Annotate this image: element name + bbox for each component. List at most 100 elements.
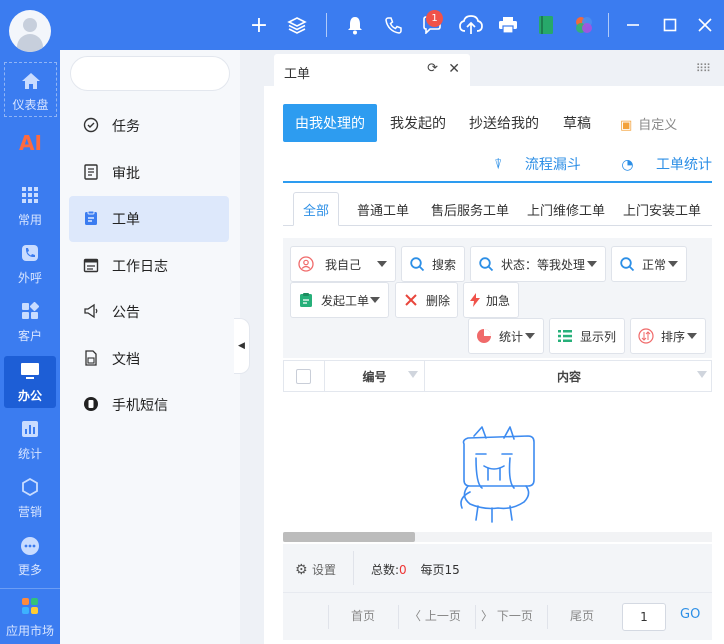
rail-item-ai[interactable]: AI <box>0 126 60 166</box>
create-work-order-button[interactable]: 发起工单 <box>290 282 389 318</box>
maximize-icon[interactable] <box>659 14 681 36</box>
column-header-content[interactable]: 内容 <box>424 361 713 391</box>
chevron-right-icon: 〉 <box>481 609 497 623</box>
divider <box>547 605 548 629</box>
sidebar-collapse-toggle[interactable]: ◀ <box>234 318 250 374</box>
rail-item-statistics[interactable]: 统计 <box>0 412 60 468</box>
sidebar-item-document[interactable]: 文档 <box>69 336 229 382</box>
normal-filter-select[interactable]: 正常 <box>611 246 687 282</box>
divider <box>398 605 399 629</box>
chevron-down-icon <box>525 333 535 339</box>
page-nav-row: 首页 〈 上一页 〉 下一页 尾页 1 GO <box>283 592 712 640</box>
sidebar-item-announcement[interactable]: 公告 <box>69 289 229 335</box>
prev-label: 上一页 <box>424 609 461 623</box>
divider <box>475 605 476 629</box>
owner-filter-select[interactable]: 我自己 <box>290 246 396 282</box>
statistics-select[interactable]: 统计 <box>468 318 544 354</box>
status-filter-select[interactable]: 状态：等我处理 <box>470 246 606 282</box>
bell-icon[interactable] <box>344 14 366 36</box>
filter-icon[interactable] <box>408 371 418 378</box>
status-filter-label: 状态：等我处理 <box>501 257 586 272</box>
refresh-icon[interactable]: ⟳ <box>427 61 438 76</box>
subtab-general[interactable]: 普通工单 <box>345 192 421 226</box>
subtab-onsite-repair[interactable]: 上门维修工单 <box>515 192 617 226</box>
work-order-stats-link[interactable]: ◔ 工单统计 <box>603 157 712 173</box>
more-grid-icon[interactable]: ⠿⠿ <box>696 62 711 75</box>
page-number-input[interactable]: 1 <box>622 603 666 631</box>
horizontal-scrollbar[interactable] <box>283 532 712 542</box>
left-rail: 仪表盘 AI 常用 外呼 客户 办公 统计 营销 更多 应用市场 <box>0 0 60 644</box>
sidebar-item-sms[interactable]: 手机短信 <box>69 382 229 428</box>
sidebar-item-work-order[interactable]: 工单 <box>69 196 229 242</box>
urgent-button[interactable]: 加急 <box>463 282 519 318</box>
segment-cc-to-me[interactable]: 抄送给我的 <box>460 104 548 142</box>
last-page-button[interactable]: 尾页 <box>570 607 594 624</box>
subtab-all[interactable]: 全部 <box>293 192 339 226</box>
rail-item-marketing[interactable]: 营销 <box>0 470 60 526</box>
column-label: 编号 <box>362 369 387 384</box>
rail-label: 仪表盘 <box>12 98 49 112</box>
display-columns-button[interactable]: 显示列 <box>549 318 625 354</box>
custom-view-button[interactable]: ▣ 自定义 <box>620 114 677 133</box>
next-page-button[interactable]: 〉 下一页 <box>481 607 533 624</box>
rail-label: 营销 <box>17 505 42 519</box>
rail-label: 更多 <box>17 563 42 577</box>
rail-item-outbound-call[interactable]: 外呼 <box>0 236 60 292</box>
sidebar-item-work-log[interactable]: 工作日志 <box>69 243 229 289</box>
scrollbar-thumb[interactable] <box>283 532 415 542</box>
monitor-icon <box>19 362 41 384</box>
sort-label: 排序 <box>661 329 686 344</box>
rail-item-office[interactable]: 办公 <box>4 356 56 408</box>
subtab-after-sales[interactable]: 售后服务工单 <box>419 192 521 226</box>
filter-icon[interactable] <box>697 371 707 378</box>
next-label: 下一页 <box>496 609 533 623</box>
search-button[interactable]: 搜索 <box>401 246 465 282</box>
segment-drafts[interactable]: 草稿 <box>554 104 600 142</box>
phone-icon[interactable] <box>383 14 405 36</box>
close-icon[interactable] <box>694 14 716 36</box>
settings-button[interactable]: ⚙ 设置 <box>295 561 336 578</box>
book-icon[interactable] <box>535 14 557 36</box>
sidebar-item-approval[interactable]: 审批 <box>69 150 229 196</box>
home-icon <box>20 71 42 93</box>
tab-work-order[interactable]: 工单 ⟳ ✕ <box>274 54 470 86</box>
user-circle-icon <box>297 255 315 273</box>
rail-item-app-market[interactable]: 应用市场 <box>0 588 60 644</box>
sidebar-item-label: 公告 <box>112 305 140 321</box>
clipboard-add-icon <box>297 291 315 309</box>
sidebar-item-task[interactable]: 任务 <box>69 103 229 149</box>
avatar[interactable] <box>9 10 51 52</box>
minimize-icon[interactable] <box>622 14 644 36</box>
go-button[interactable]: GO <box>680 607 700 622</box>
colorful-app-icon[interactable] <box>573 14 595 36</box>
segment-initiated-by-me[interactable]: 我发起的 <box>381 104 455 142</box>
process-funnel-link[interactable]: ⍒ 流程漏斗 <box>476 157 581 173</box>
sort-select[interactable]: 排序 <box>630 318 706 354</box>
pie-chart-icon <box>475 327 493 345</box>
topbar-divider <box>326 13 327 37</box>
select-all-checkbox[interactable] <box>296 369 311 384</box>
segment-assigned-to-me[interactable]: 由我处理的 <box>283 104 377 142</box>
subtab-onsite-install[interactable]: 上门安装工单 <box>611 192 713 226</box>
plus-icon[interactable]: + <box>248 13 270 38</box>
rail-item-dashboard[interactable]: 仪表盘 <box>4 62 57 117</box>
pie-icon: ◔ <box>621 157 638 173</box>
printer-icon[interactable] <box>497 14 519 36</box>
sidebar-search-input[interactable] <box>70 56 230 91</box>
notification-badge: 1 <box>426 10 443 27</box>
rail-item-common[interactable]: 常用 <box>0 178 60 234</box>
close-tab-icon[interactable]: ✕ <box>448 61 460 77</box>
column-header-number[interactable]: 编号 <box>324 361 424 391</box>
rail-item-customer[interactable]: 客户 <box>0 294 60 350</box>
chevron-down-icon <box>687 333 697 339</box>
delete-button[interactable]: 删除 <box>395 282 458 318</box>
cloud-upload-icon[interactable] <box>458 14 484 36</box>
funnel-icon: ⍒ <box>494 157 507 173</box>
layers-icon[interactable] <box>286 14 308 36</box>
total-count: 总数:0 每页15 <box>371 561 460 578</box>
sidebar-item-label: 工单 <box>112 212 140 228</box>
first-page-button[interactable]: 首页 <box>351 607 375 624</box>
rail-item-more[interactable]: 更多 <box>0 528 60 584</box>
prev-page-button[interactable]: 〈 上一页 <box>409 607 461 624</box>
ai-icon: AI <box>19 131 42 155</box>
